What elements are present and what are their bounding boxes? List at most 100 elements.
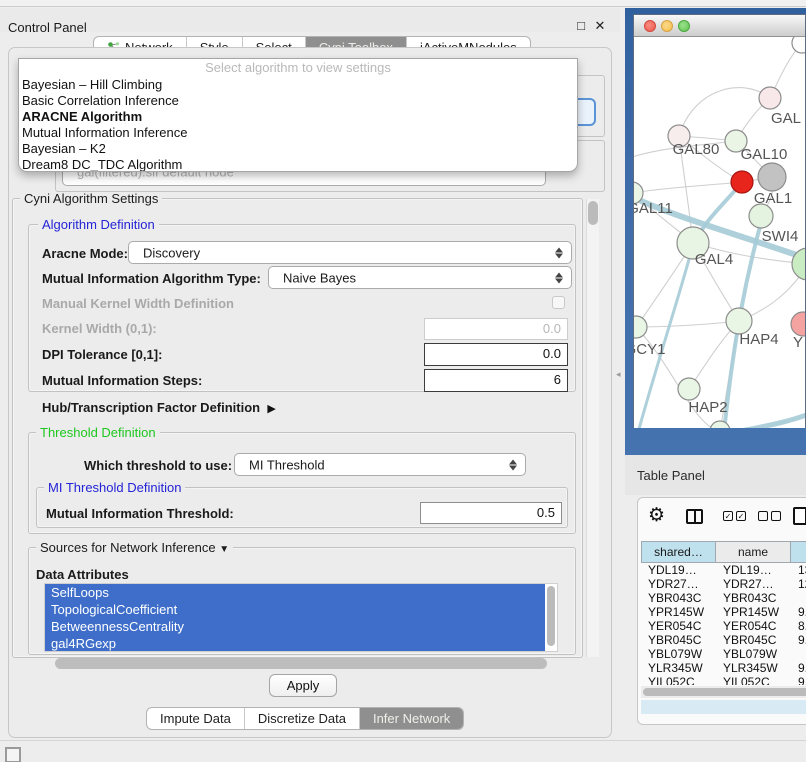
- mi-steps-value: 6: [554, 372, 561, 387]
- gear-icon[interactable]: ⚙: [648, 504, 665, 527]
- table-horizontal-scrollbar[interactable]: [641, 686, 806, 698]
- table-scrollbar-thumb[interactable]: [643, 688, 806, 696]
- kernel-width-value: 0.0: [543, 321, 561, 336]
- node-label-hap2: HAP2: [688, 399, 727, 416]
- network-node[interactable]: [731, 171, 753, 193]
- node-label-gal10: GAL10: [741, 146, 788, 163]
- network-node-gal[interactable]: [759, 87, 781, 109]
- hub-definition-expander[interactable]: Hub/Transcription Factor Definition ▶: [42, 400, 276, 415]
- table-cell: YLR345W: [716, 661, 791, 675]
- float-panel-button[interactable]: □: [574, 19, 588, 33]
- combo-arrows-icon: [555, 247, 563, 258]
- table-cell: YER054C: [716, 619, 791, 633]
- table-row[interactable]: YBL079WYBL079W: [641, 647, 806, 661]
- mi-algorithm-type-combo[interactable]: Naive Bayes: [268, 266, 572, 289]
- attribute-item-betweennesscentrality[interactable]: BetweennessCentrality: [45, 618, 545, 635]
- table-cell: YDL19…: [716, 563, 791, 577]
- table-row[interactable]: YDR27…YDR27…12: [641, 577, 806, 591]
- network-canvas[interactable]: GALGAL80GAL10GAL1GAL11SWI4GAL4HAP4YGCY1H…: [634, 37, 805, 428]
- close-panel-button[interactable]: ✕: [593, 19, 607, 33]
- minimize-window-icon[interactable]: [661, 20, 673, 32]
- minimized-panel-icon[interactable]: [5, 747, 21, 762]
- algorithm-option-mutual-information-inference[interactable]: Mutual Information Inference: [19, 125, 577, 141]
- bottom-tab-infer-network[interactable]: Infer Network: [360, 708, 463, 729]
- network-node-swi4[interactable]: [749, 204, 773, 228]
- table-cell: 13: [791, 563, 806, 577]
- split-columns-icon[interactable]: [686, 509, 703, 524]
- column-header-name[interactable]: name: [716, 541, 791, 563]
- unchecked-attributes-icon[interactable]: [758, 511, 781, 521]
- node-label-gcy1: GCY1: [634, 341, 665, 358]
- which-threshold-label: Which threshold to use:: [84, 458, 232, 473]
- node-label-gal4: GAL4: [695, 251, 733, 268]
- algorithm-option-basic-correlation-inference[interactable]: Basic Correlation Inference: [19, 93, 577, 109]
- attributes-scrollbar-thumb[interactable]: [547, 586, 555, 646]
- column-header-a[interactable]: A: [791, 541, 806, 563]
- table-cell: 9.: [791, 675, 806, 685]
- settings-vertical-scrollbar[interactable]: [586, 199, 599, 657]
- algorithm-option-bayesian-k2[interactable]: Bayesian – K2: [19, 141, 577, 157]
- mi-threshold-field[interactable]: 0.5: [420, 502, 562, 524]
- apply-button[interactable]: Apply: [269, 674, 337, 697]
- table-row[interactable]: YBR045CYBR045C9.: [641, 633, 806, 647]
- node-label-gal11: GAL11: [634, 200, 673, 217]
- threshold-definition-title: Threshold Definition: [36, 425, 160, 440]
- table-cell: YLR345W: [641, 661, 716, 675]
- table-cell: [791, 647, 806, 661]
- mi-threshold-group-title: MI Threshold Definition: [44, 480, 185, 495]
- algorithm-option-aracne-algorithm[interactable]: ARACNE Algorithm: [19, 109, 577, 125]
- network-node[interactable]: [792, 37, 805, 53]
- aracne-mode-combo[interactable]: Discovery: [128, 241, 572, 264]
- control-panel-bottom-tabs: Impute DataDiscretize DataInfer Network: [146, 707, 464, 730]
- table-cell: YPR145W: [641, 605, 716, 619]
- document-icon[interactable]: [793, 507, 806, 525]
- mi-threshold-label: Mutual Information Threshold:: [46, 506, 234, 521]
- sources-title[interactable]: Sources for Network Inference ▼: [36, 540, 233, 555]
- cyni-settings-title: Cyni Algorithm Settings: [20, 191, 162, 206]
- combo-arrows-icon: [509, 459, 517, 470]
- table-panel-card: ⚙ ✓✓ shared…nameA YDL19…YDL19…13YDR27…YD…: [637, 497, 806, 725]
- network-window-titlebar[interactable]: [634, 15, 805, 37]
- attribute-item-gal4rgexp[interactable]: gal4RGexp: [45, 635, 545, 652]
- table-row[interactable]: YDL19…YDL19…13: [641, 563, 806, 577]
- mi-steps-field[interactable]: 6: [424, 369, 568, 392]
- bottom-strip: [0, 740, 806, 762]
- manual-kernel-checkbox[interactable]: [552, 296, 565, 309]
- panel-divider-handle[interactable]: ◂: [616, 369, 621, 380]
- close-window-icon[interactable]: [644, 20, 656, 32]
- which-threshold-combo[interactable]: MI Threshold: [234, 453, 526, 476]
- table-row[interactable]: YBR043CYBR043C: [641, 591, 806, 605]
- network-node-hap2[interactable]: [678, 378, 700, 400]
- table-cell: 9.: [791, 633, 806, 647]
- network-node-gcy1[interactable]: [634, 316, 647, 338]
- table-cell: YBR045C: [716, 633, 791, 647]
- network-node-gal1[interactable]: [758, 163, 786, 191]
- algorithm-option-dream8-dc-tdc-algorithm[interactable]: Dream8 DC_TDC Algorithm: [19, 157, 577, 172]
- algorithm-option-bayesian-hill-climbing[interactable]: Bayesian – Hill Climbing: [19, 77, 577, 93]
- table-row[interactable]: YPR145WYPR145W9.: [641, 605, 806, 619]
- table-cell: 9.: [791, 605, 806, 619]
- table-row[interactable]: YLR345WYLR345W9.: [641, 661, 806, 675]
- dpi-tolerance-field[interactable]: 0.0: [424, 343, 568, 366]
- table-cell: 8.: [791, 619, 806, 633]
- network-node-y[interactable]: [791, 312, 805, 336]
- table-cell: [791, 591, 806, 605]
- table-row[interactable]: YER054CYER054C8.: [641, 619, 806, 633]
- kernel-width-field[interactable]: 0.0: [424, 318, 568, 340]
- settings-scrollbar-thumb[interactable]: [588, 201, 598, 225]
- column-header-shared[interactable]: shared…: [641, 541, 716, 563]
- kernel-width-label: Kernel Width (0,1):: [42, 321, 157, 336]
- bottom-tab-impute-data[interactable]: Impute Data: [147, 708, 245, 729]
- attribute-item-topologicalcoefficient[interactable]: TopologicalCoefficient: [45, 601, 545, 618]
- zoom-window-icon[interactable]: [678, 20, 690, 32]
- dpi-tolerance-value: 0.0: [543, 346, 561, 361]
- table-cell: YER054C: [641, 619, 716, 633]
- checked-attributes-icon[interactable]: ✓✓: [723, 511, 746, 521]
- network-edge: [634, 182, 742, 193]
- bottom-tab-discretize-data[interactable]: Discretize Data: [245, 708, 360, 729]
- attribute-item-selfloops[interactable]: SelfLoops: [45, 584, 545, 601]
- network-edge: [636, 321, 739, 327]
- settings-horizontal-scrollbar[interactable]: [55, 658, 547, 669]
- node-label-y: Y: [793, 334, 803, 351]
- table-row[interactable]: YIL052CYIL052C9.: [641, 675, 806, 685]
